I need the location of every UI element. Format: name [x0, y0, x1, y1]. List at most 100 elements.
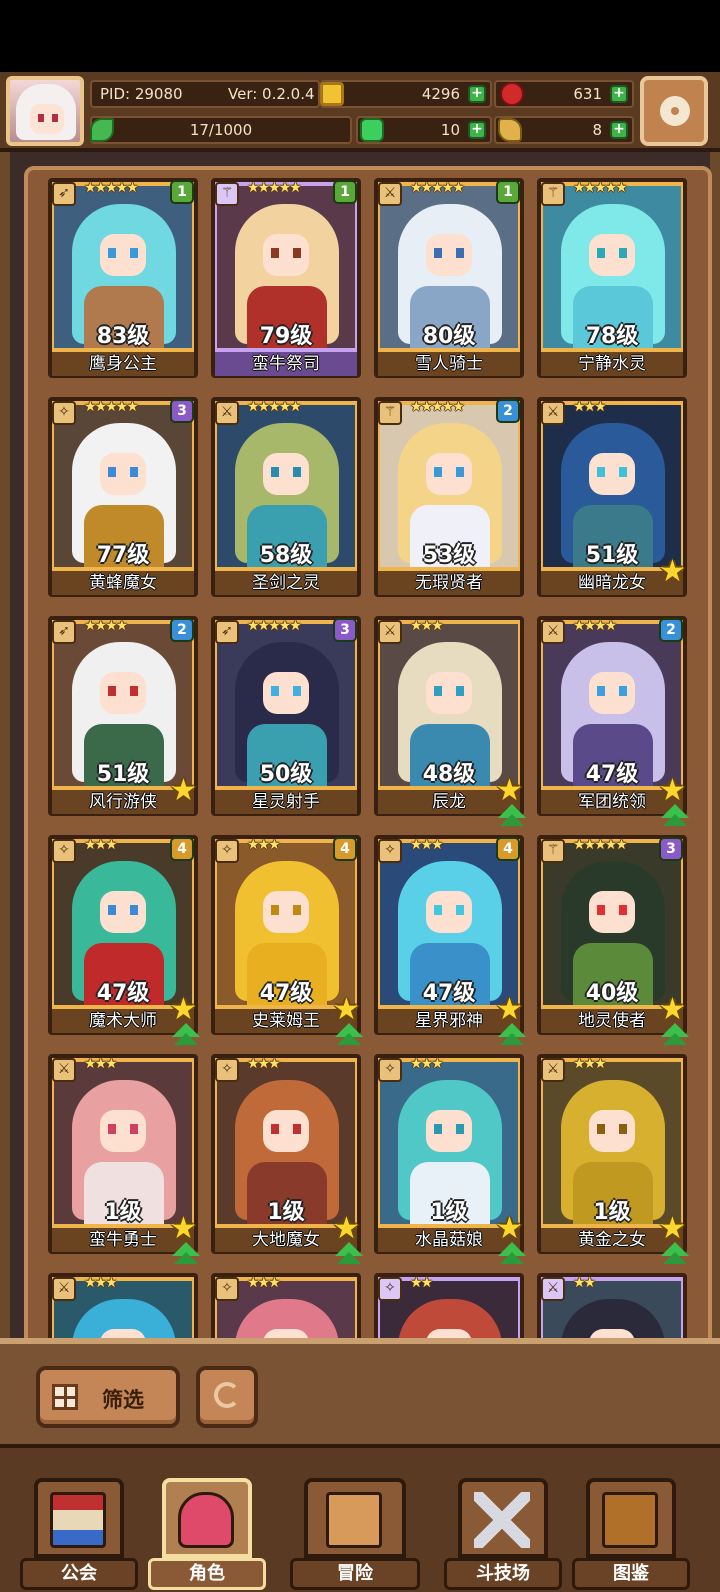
star-upgrade-icon: ★ [659, 554, 686, 589]
hero-level: 53级 [422, 543, 476, 568]
rarity-stars: ★★★★★ [84, 399, 139, 415]
rarity-stars: ★★★ [84, 1275, 118, 1291]
key-amount: 8 [592, 121, 602, 139]
rarity-stars: ★★★ [573, 399, 607, 415]
hero-name: 鹰身公主 [52, 352, 194, 376]
add-key-button[interactable]: + [610, 121, 628, 139]
class-wand-icon: ✧ [52, 401, 76, 425]
nav-character-label: 角色 [148, 1558, 266, 1590]
hero-card[interactable]: ✧ ★★★ 4 47级 史莱姆王 ★ [211, 835, 365, 1047]
hero-card[interactable]: ⚚ ★★★★★ 78级 宁静水灵 [537, 178, 691, 390]
settings-button[interactable] [640, 76, 708, 146]
hero-card[interactable]: ✧ ★★★★★ 3 77级 黄蜂魔女 [48, 397, 202, 609]
hero-name: 黄蜂魔女 [52, 571, 194, 595]
rarity-stars: ★★ [410, 1275, 433, 1291]
refresh-icon [214, 1382, 240, 1408]
star-upgrade-icon: ★ [333, 992, 360, 1027]
hero-name: 蛮牛祭司 [215, 352, 357, 376]
hero-card[interactable]: ⚔ ★★★ 51级 幽暗龙女 ★ [537, 397, 691, 609]
nav-arena[interactable]: 斗技场 [444, 1470, 562, 1590]
rarity-stars: ★★★★★ [573, 180, 628, 196]
gem-apple-icon [500, 82, 524, 106]
class-wand-icon: ✧ [378, 1277, 402, 1301]
star-upgrade-icon: ★ [170, 773, 197, 808]
hero-card[interactable]: ➶ ★★★★★ 3 50级 星灵射手 [211, 616, 365, 828]
class-sword-icon: ⚔ [378, 620, 402, 644]
hero-card[interactable]: ⚔ ★★★★★ 1 80级 雪人骑士 [374, 178, 528, 390]
star-upgrade-icon: ★ [496, 992, 523, 1027]
rank-badge: 3 [170, 399, 194, 423]
rank-badge: 4 [170, 837, 194, 861]
add-gem-button[interactable]: + [610, 85, 628, 103]
hero-card[interactable]: ➶ ★★★★ 2 51级 风行游侠 ★ [48, 616, 202, 828]
star-upgrade-icon: ★ [659, 773, 686, 808]
class-bow-icon: ➶ [215, 620, 239, 644]
class-sword-icon: ⚔ [52, 1277, 76, 1301]
star-upgrade-icon: ★ [333, 1211, 360, 1246]
star-upgrade-icon: ★ [170, 1211, 197, 1246]
hero-name: 宁静水灵 [541, 352, 683, 376]
reset-filter-button[interactable] [196, 1366, 258, 1428]
rarity-stars: ★★★ [247, 837, 281, 853]
nav-codex-label: 图鉴 [572, 1558, 690, 1590]
filter-button[interactable]: 筛选 [36, 1366, 180, 1428]
class-bow-icon: ➶ [52, 182, 76, 206]
player-avatar[interactable] [6, 76, 84, 146]
add-clover-button[interactable]: + [468, 121, 486, 139]
hero-card[interactable]: ⚔ ★★★ 48级 辰龙 ★ [374, 616, 528, 828]
status-bar [0, 0, 720, 72]
bottom-nav: 公会 角色 冒险 斗技场 图鉴 [0, 1444, 720, 1592]
nav-adventure-label: 冒险 [290, 1558, 420, 1590]
class-sword-icon: ⚔ [52, 1058, 76, 1082]
hero-grid[interactable]: ➶ ★★★★★ 1 83级 鹰身公主 ⚚ ★★★★★ 1 79级 蛮牛祭司 ⚔ ★★★★★ 1… [24, 166, 712, 1362]
hero-card[interactable]: ⚚ ★★★★★ 3 40级 地灵使者 ★ [537, 835, 691, 1047]
hero-card[interactable]: ⚚ ★★★★★ 2 53级 无瑕贤者 [374, 397, 528, 609]
hero-card[interactable]: ⚔ ★★★★ 2 47级 军团统领 ★ [537, 616, 691, 828]
hero-name: 无瑕贤者 [378, 571, 520, 595]
nav-adventure[interactable]: 冒险 [290, 1470, 420, 1590]
hero-card[interactable]: ⚔ ★★★★★ 58级 圣剑之灵 [211, 397, 365, 609]
class-sword-icon: ⚔ [378, 182, 402, 206]
rank-badge: 2 [170, 618, 194, 642]
hero-card[interactable]: ✧ ★★★ 4 47级 魔术大师 ★ [48, 835, 202, 1047]
rarity-stars: ★★★★★ [573, 837, 628, 853]
nav-guild[interactable]: 公会 [20, 1470, 138, 1590]
player-info: PID: 29080 Ver: 0.2.0.4 [90, 80, 320, 108]
rarity-stars: ★★★ [573, 1056, 607, 1072]
class-bow-icon: ➶ [52, 620, 76, 644]
add-gold-button[interactable]: + [468, 85, 486, 103]
hero-card[interactable]: ⚚ ★★★★★ 1 79级 蛮牛祭司 [211, 178, 365, 390]
hero-card[interactable]: ✧ ★★★ 1级 大地魔女 ★ [211, 1054, 365, 1266]
clover-icon [360, 118, 384, 142]
star-upgrade-icon: ★ [496, 1211, 523, 1246]
rarity-stars: ★★★ [84, 1056, 118, 1072]
nav-codex[interactable]: 图鉴 [572, 1470, 690, 1590]
rarity-stars: ★★★ [247, 1275, 281, 1291]
star-upgrade-icon: ★ [659, 992, 686, 1027]
hero-card[interactable]: ⚔ ★★★ 1级 黄金之女 ★ [537, 1054, 691, 1266]
hero-card[interactable]: ➶ ★★★★★ 1 83级 鹰身公主 [48, 178, 202, 390]
player-id: PID: 29080 [100, 85, 183, 103]
gold-amount: 4296 [421, 85, 460, 103]
level-up-arrow-icon [661, 804, 689, 828]
hero-card[interactable]: ⚔ ★★★ 1级 蛮牛勇士 ★ [48, 1054, 202, 1266]
class-wand-icon: ✧ [378, 839, 402, 863]
level-up-arrow-icon [661, 1242, 689, 1266]
nav-character[interactable]: 角色 [148, 1470, 266, 1590]
filter-bar: 筛选 [0, 1338, 720, 1444]
adventure-map-icon [326, 1492, 382, 1548]
hero-name: 圣剑之灵 [215, 571, 357, 595]
rank-badge: 3 [333, 618, 357, 642]
hero-card[interactable]: ✧ ★★★ 4 47级 星界邪神 ★ [374, 835, 528, 1047]
level-up-arrow-icon [335, 1242, 363, 1266]
class-staff-icon: ⚚ [541, 839, 565, 863]
gem-amount: 631 [573, 85, 602, 103]
filter-label: 筛选 [102, 1388, 144, 1412]
exp-bar: 17/1000 [90, 116, 352, 144]
hero-level: 58级 [259, 543, 313, 568]
rarity-stars: ★★★★★ [410, 399, 465, 415]
rank-badge: 4 [496, 837, 520, 861]
hero-card[interactable]: ✧ ★★★ 1级 水晶菇娘 ★ [374, 1054, 528, 1266]
rarity-stars: ★★★ [410, 1056, 444, 1072]
star-upgrade-icon: ★ [170, 992, 197, 1027]
